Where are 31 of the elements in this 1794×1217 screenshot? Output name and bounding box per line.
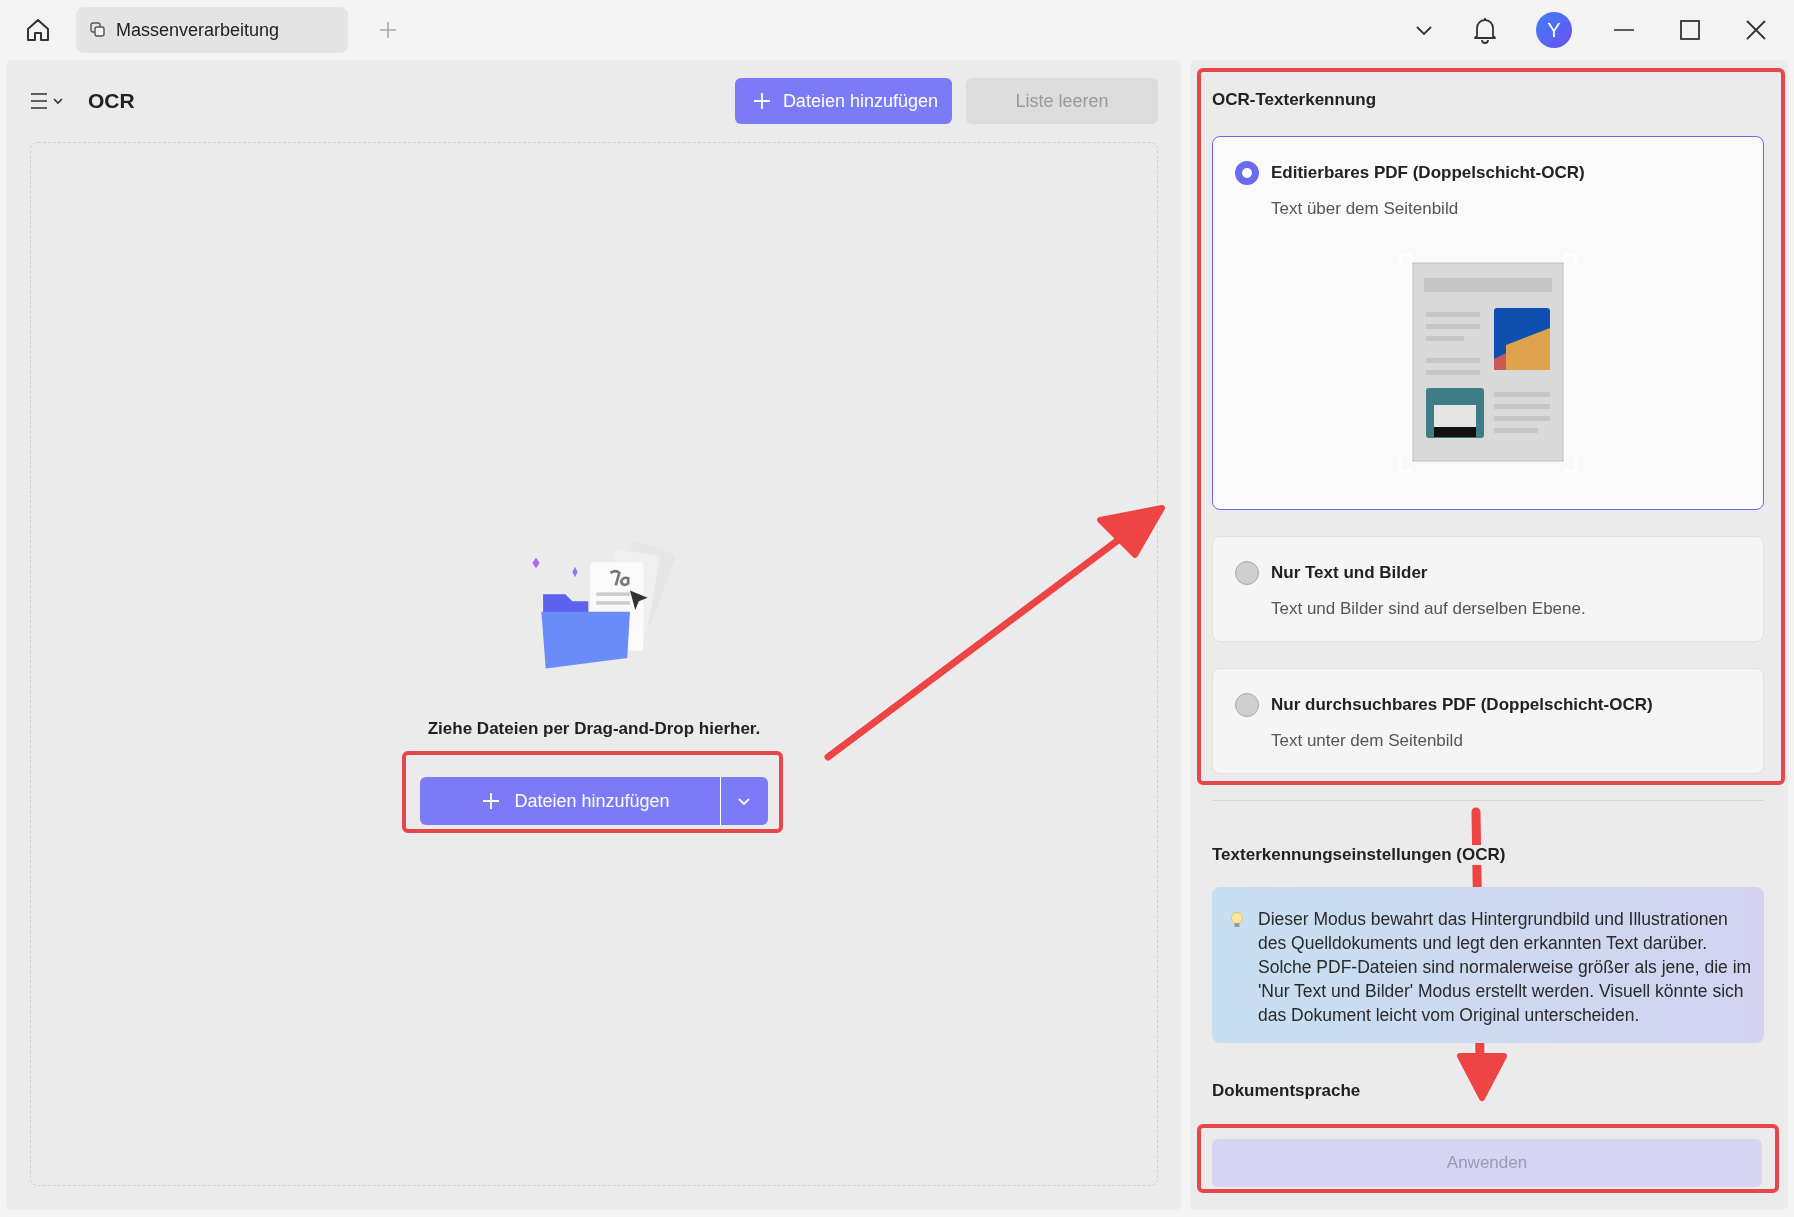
bell-icon[interactable]: [1472, 16, 1498, 44]
section-title: Dokumentsprache: [1212, 1081, 1361, 1101]
copy-icon: [90, 22, 106, 38]
section-title: Texterkennungseinstellungen (OCR): [1212, 845, 1506, 865]
dropdown-button[interactable]: [719, 777, 768, 825]
user-avatar[interactable]: Y: [1536, 12, 1572, 48]
radio-button[interactable]: [1235, 561, 1259, 585]
option-title: Nur Text und Bilder: [1271, 563, 1428, 583]
plus-icon: [482, 792, 501, 810]
close-icon[interactable]: [1745, 19, 1767, 41]
radio-button[interactable]: [1235, 693, 1259, 717]
ocr-mode-option[interactable]: Nur Text und Bilder Text und Bilder sind auf derselben Ebene.: [1212, 536, 1764, 642]
option-title: Nur durchsuchbares PDF (Doppelschicht-OCR): [1271, 695, 1653, 715]
lightbulb-icon: [1230, 911, 1244, 929]
menu-icon[interactable]: [30, 91, 64, 111]
option-title: Editierbares PDF (Doppelschicht-OCR): [1271, 163, 1585, 183]
section-title: OCR-Texterkennung: [1212, 90, 1377, 110]
document-tab[interactable]: Massenverarbeitung: [76, 7, 348, 53]
drop-hint: Ziehe Dateien per Drag-and-Drop hierher.: [427, 719, 761, 739]
ocr-mode-option[interactable]: Editierbares PDF (Doppelschicht-OCR) Text über dem Seitenbild: [1212, 136, 1764, 510]
plus-icon: [752, 92, 771, 110]
page-title: OCR: [88, 89, 135, 113]
option-description: Text über dem Seitenbild: [1271, 199, 1460, 219]
option-description: Text und Bilder sind auf derselben Ebene.: [1271, 599, 1587, 619]
radio-button[interactable]: [1235, 161, 1259, 185]
home-icon[interactable]: [24, 16, 52, 44]
maximize-icon[interactable]: [1679, 19, 1701, 41]
ocr-mode-option[interactable]: Nur durchsuchbares PDF (Doppelschicht-OCR) Text unter dem Seitenbild: [1212, 668, 1764, 774]
info-text: Dieser Modus bewahrt das Hintergrundbild und Illustrationen des Quelldokuments und legt den erkannten Text darüber. Solche PDF-Dateien sind normalerweise größer als jene, die im 'Nur Text und Bilder' Modus erstellt werden. Visuell könnte sich das Dokument leicht vom Original unterscheiden.: [1258, 908, 1752, 1027]
drop-zone[interactable]: Ziehe Dateien per Drag-and-Drop hierher. Dateien hinzufügen: [30, 142, 1158, 1186]
option-description: Text unter dem Seitenbild: [1271, 731, 1464, 751]
